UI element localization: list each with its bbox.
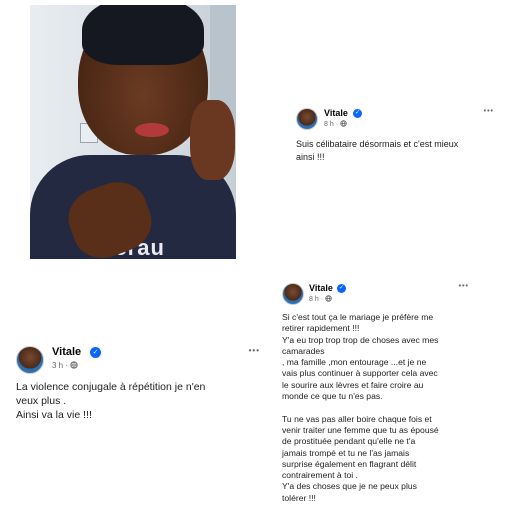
post-timestamp[interactable]: 3 h · [52,361,78,370]
verified-badge-icon: ✓ [90,347,101,358]
author-name[interactable]: Vitale [324,108,348,118]
verified-badge-icon: ✓ [353,109,362,118]
post-timestamp[interactable]: 8 h · [309,295,332,303]
avatar[interactable] [296,108,318,130]
post-card-3: Vitale ✓ 8 h · ••• Si c'est tout ça le m… [278,278,513,520]
photo-hair [82,5,204,65]
post-card-1: Vitale ✓ 8 h · ••• Suis célibataire déso… [288,102,508,192]
post-text: La violence conjugale à répétition je n'… [16,381,206,421]
author-name[interactable]: Vitale [309,283,333,293]
globe-icon [340,120,347,127]
post-text: Si c'est tout ça le mariage je préfère m… [282,312,439,503]
more-options-icon[interactable]: ••• [249,346,260,355]
post-card-2: Vitale ✓ 3 h · ••• La violence conjugale… [10,338,270,438]
avatar[interactable] [16,346,44,374]
more-options-icon[interactable]: ••• [459,283,469,290]
photo-hand-ring [190,100,235,180]
avatar[interactable] [282,283,304,305]
post-text: Suis célibataire désormais et c'est mieu… [296,139,459,162]
photo-lips [135,123,169,137]
globe-icon [70,361,78,369]
author-name[interactable]: Vitale [52,346,81,358]
globe-icon [325,295,332,302]
verified-badge-icon: ✓ [337,284,346,293]
more-options-icon[interactable]: ••• [484,108,494,115]
post-timestamp[interactable]: 8 h · [324,120,347,128]
profile-photo[interactable]: nerau [30,5,236,259]
